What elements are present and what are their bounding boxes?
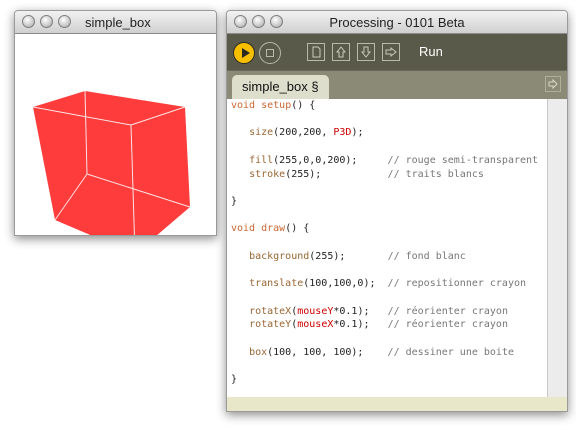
code-line: rotateY(mouseX*0.1); // réorienter crayo… — [231, 318, 547, 332]
message-area — [227, 397, 567, 411]
code-line: background(255); // fond blanc — [231, 250, 547, 264]
arrow-up-icon — [335, 46, 347, 58]
save-button[interactable] — [357, 43, 375, 61]
code-token: *0.1); — [333, 305, 388, 317]
code-token: background — [249, 250, 310, 262]
toolbar-status-label: Run — [419, 44, 443, 59]
code-token: (255); — [285, 168, 388, 180]
ide-window-title: Processing - 0101 Beta — [329, 15, 465, 30]
code-token: fill — [249, 154, 274, 166]
code-token: rotateY — [249, 319, 292, 331]
code-line: size(200,200, P3D); — [231, 126, 547, 140]
run-button[interactable] — [233, 42, 255, 64]
zoom-icon[interactable] — [58, 15, 71, 28]
stop-button[interactable] — [259, 42, 281, 64]
code-token: translate — [249, 278, 304, 290]
code-line: void setup() { — [231, 99, 547, 113]
tab-simple-box[interactable]: simple_box § — [232, 75, 329, 99]
code-token: draw — [261, 223, 286, 235]
code-token: setup — [261, 100, 292, 111]
sketch-window-title: simple_box — [85, 15, 151, 30]
code-token: ); — [351, 127, 364, 139]
code-token: } — [231, 374, 238, 386]
code-token: (255,0,0,200); — [273, 154, 388, 166]
code-token: (100,100,0); — [303, 278, 388, 290]
new-file-icon — [312, 46, 321, 58]
ide-window: Processing - 0101 Beta Run simple_box § … — [226, 10, 568, 412]
code-token: () { — [285, 223, 310, 235]
code-token: // réorienter crayon — [387, 305, 508, 317]
sketch-titlebar[interactable]: simple_box — [15, 11, 216, 34]
arrow-down-icon — [360, 46, 372, 58]
code-line: rotateX(mouseY*0.1); // réorienter crayo… — [231, 305, 547, 319]
sketch-window: simple_box — [14, 10, 217, 236]
code-line: stroke(255); // traits blancs — [231, 168, 547, 182]
vertical-scrollbar[interactable] — [547, 99, 567, 397]
code-editor[interactable]: void setup() { size(200,200, P3D); fill(… — [227, 99, 547, 397]
code-line: void draw() { — [231, 222, 547, 236]
open-button[interactable] — [332, 43, 350, 61]
sketch-canvas[interactable] — [15, 34, 216, 235]
code-token: // fond blanc — [387, 250, 466, 262]
toolbar: Run — [227, 34, 567, 70]
code-token: mouseY — [297, 305, 334, 317]
code-line: } — [231, 195, 547, 209]
minimize-icon[interactable] — [40, 15, 53, 28]
code-token: // traits blancs — [387, 168, 484, 180]
tab-bar: simple_box § — [227, 70, 567, 99]
code-token: // repositionner crayon — [387, 278, 527, 290]
code-token: P3D — [333, 127, 352, 139]
code-line: box(100, 100, 100); // dessiner une boit… — [231, 346, 547, 360]
code-token: size — [249, 127, 274, 139]
code-token: (100, 100, 100); — [267, 346, 388, 358]
code-token: rotateX — [249, 305, 292, 317]
code-text[interactable]: void setup() { size(200,200, P3D); fill(… — [227, 99, 547, 387]
export-button[interactable] — [382, 43, 400, 61]
arrow-right-icon — [385, 46, 397, 58]
code-line: translate(100,100,0); // repositionner c… — [231, 277, 547, 291]
code-token: (255); — [309, 250, 388, 262]
code-token: void — [231, 100, 256, 111]
code-token: void — [231, 223, 256, 235]
code-token: // réorienter crayon — [387, 319, 508, 331]
code-token: box — [249, 346, 268, 358]
code-line: fill(255,0,0,200); // rouge semi-transpa… — [231, 154, 547, 168]
code-token: *0.1); — [333, 319, 388, 331]
ide-titlebar[interactable]: Processing - 0101 Beta — [227, 11, 567, 34]
code-token: } — [231, 195, 238, 207]
new-button[interactable] — [307, 43, 325, 61]
arrow-right-icon — [548, 78, 558, 90]
tab-menu-button[interactable] — [545, 76, 561, 92]
code-line: } — [231, 373, 547, 387]
code-token: mouseX — [297, 319, 334, 331]
close-icon[interactable] — [22, 15, 35, 28]
cube-render — [32, 90, 191, 235]
code-token: // dessiner une boite — [387, 346, 514, 358]
code-token: (200,200, — [273, 127, 334, 139]
code-token: stroke — [249, 168, 286, 180]
code-token: // rouge semi-transparent — [387, 154, 539, 166]
window-controls — [22, 15, 71, 28]
code-token: () { — [291, 100, 316, 111]
